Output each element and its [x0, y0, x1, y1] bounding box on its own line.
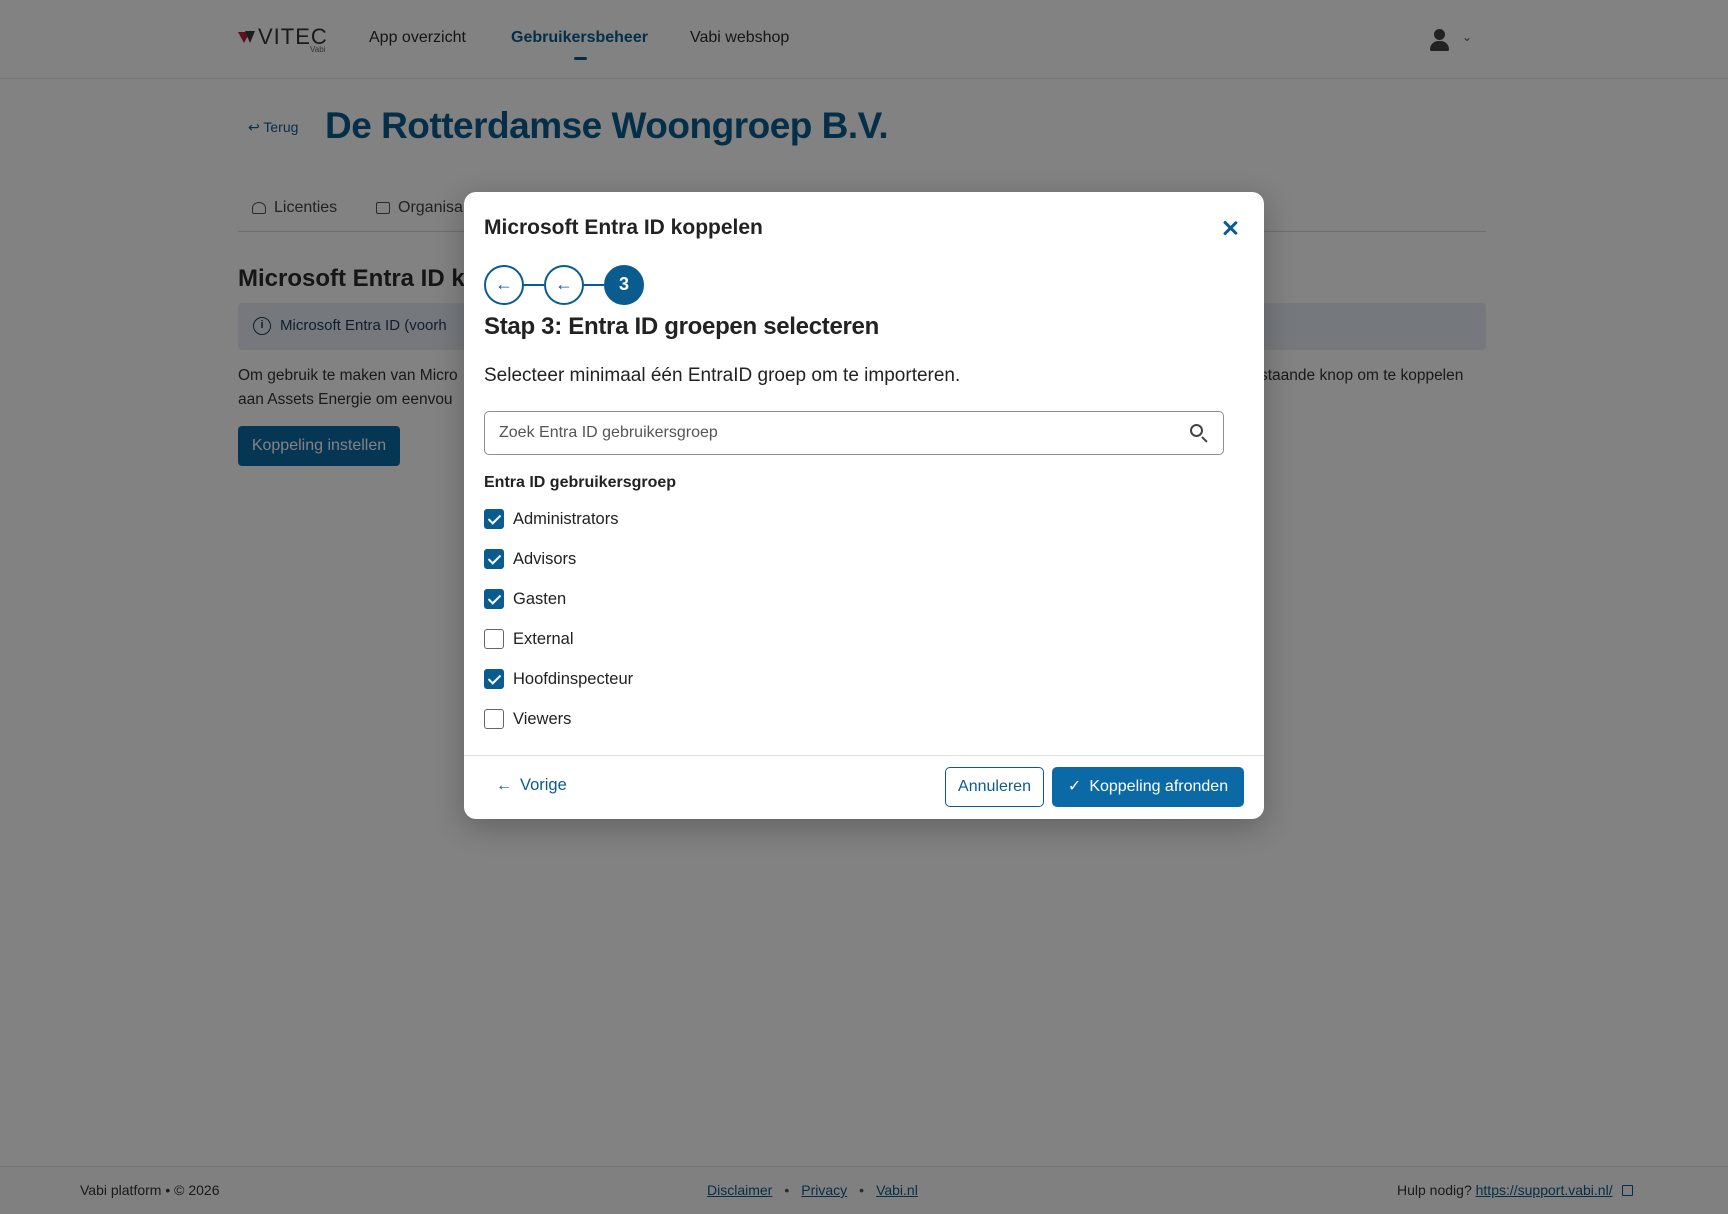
- group-checkbox-hoofdinspecteur[interactable]: Hoofdinspecteur: [484, 667, 633, 691]
- group-checkbox-administrators[interactable]: Administrators: [484, 507, 618, 531]
- checkbox[interactable]: [484, 589, 504, 609]
- step-1-back-button[interactable]: ←: [484, 265, 524, 305]
- entra-id-dialog: Microsoft Entra ID koppelen ← ← 3 Stap 3…: [464, 192, 1264, 819]
- finish-label: Koppeling afronden: [1089, 778, 1229, 795]
- step-connector: [522, 284, 544, 286]
- checkbox-label: Administrators: [513, 509, 619, 528]
- group-checkbox-external[interactable]: External: [484, 627, 574, 651]
- instruction-text: Selecteer minimaal één EntraID groep om …: [484, 365, 961, 386]
- group-checkbox-advisors[interactable]: Advisors: [484, 547, 576, 571]
- stepper: ← ← 3: [484, 265, 654, 305]
- step-2-back-button[interactable]: ←: [544, 265, 584, 305]
- checkbox[interactable]: [484, 549, 504, 569]
- arrow-left-icon: ←: [496, 776, 512, 794]
- cancel-button[interactable]: Annuleren: [945, 767, 1044, 807]
- checkbox-label: Viewers: [513, 709, 572, 728]
- finish-connection-button[interactable]: ✓ Koppeling afronden: [1052, 767, 1244, 807]
- search-field: [484, 411, 1224, 455]
- checkbox-label: External: [513, 629, 574, 648]
- previous-label: Vorige: [520, 776, 567, 794]
- step-connector: [582, 284, 604, 286]
- group-checkbox-viewers[interactable]: Viewers: [484, 707, 571, 731]
- step-title: Stap 3: Entra ID groepen selecteren: [484, 313, 879, 340]
- search-input[interactable]: [499, 412, 1179, 454]
- checkbox-label: Hoofdinspecteur: [513, 669, 634, 688]
- checkbox[interactable]: [484, 629, 504, 649]
- close-icon[interactable]: [1218, 216, 1242, 240]
- search-icon[interactable]: [1190, 424, 1209, 443]
- dialog-title: Microsoft Entra ID koppelen: [484, 216, 763, 239]
- checkbox[interactable]: [484, 509, 504, 529]
- group-checkbox-gasten[interactable]: Gasten: [484, 587, 566, 611]
- checkbox-label: Advisors: [513, 549, 577, 568]
- group-list-heading: Entra ID gebruikersgroep: [484, 474, 677, 491]
- checkbox[interactable]: [484, 669, 504, 689]
- checkbox-label: Gasten: [513, 589, 567, 608]
- checkbox[interactable]: [484, 709, 504, 729]
- dialog-footer: ← Vorige Annuleren ✓ Koppeling afronden: [464, 755, 1264, 819]
- step-3-current: 3: [604, 265, 644, 305]
- double-check-icon: ✓: [1067, 778, 1082, 795]
- previous-button[interactable]: ← Vorige: [496, 776, 567, 795]
